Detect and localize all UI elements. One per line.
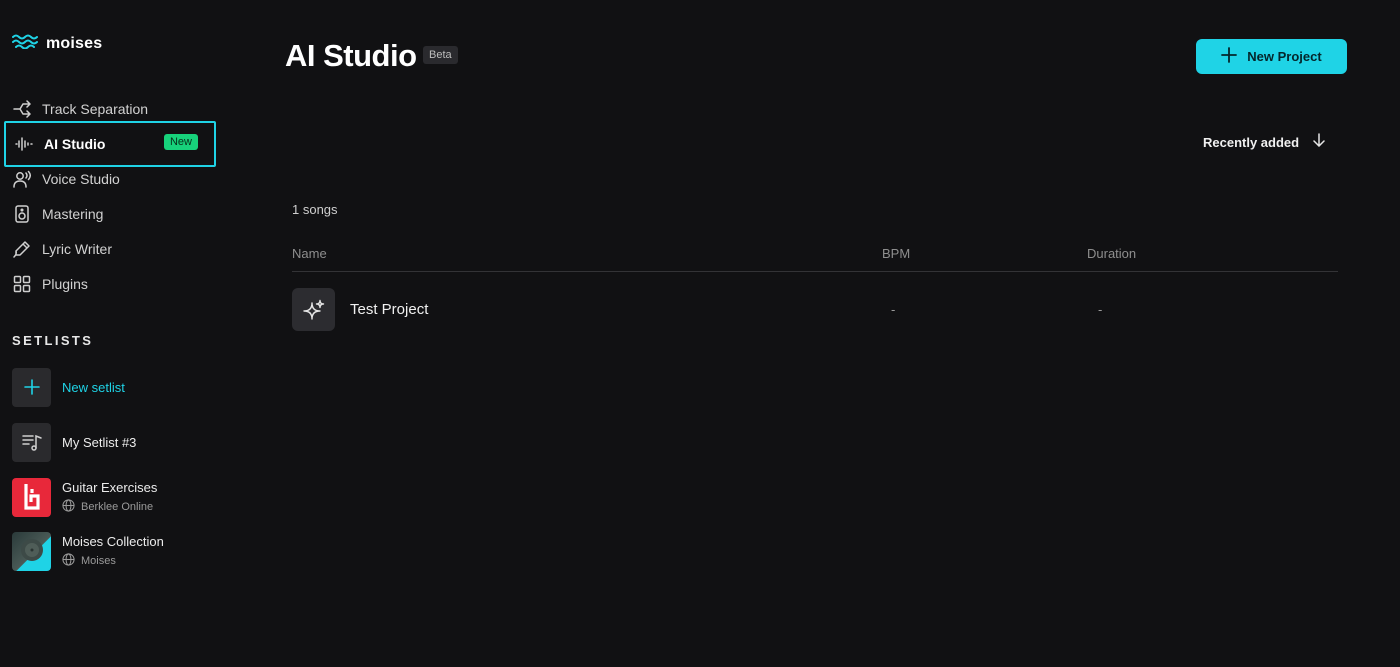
project-duration: - bbox=[1098, 302, 1103, 317]
page-title: AI Studio bbox=[285, 38, 417, 73]
new-project-button[interactable]: New Project bbox=[1196, 39, 1347, 74]
globe-icon bbox=[62, 552, 75, 569]
speaker-icon bbox=[12, 204, 32, 224]
sidebar: moises Track Separation AI Studio New Vo… bbox=[0, 0, 240, 667]
app-window: moises Track Separation AI Studio New Vo… bbox=[0, 0, 1400, 667]
arrow-down-icon bbox=[1313, 133, 1325, 152]
pen-icon bbox=[12, 239, 32, 259]
setlist-meta: New setlist bbox=[62, 380, 125, 395]
logo-text: moises bbox=[46, 34, 103, 52]
new-setlist-button[interactable]: New setlist bbox=[12, 367, 212, 407]
column-header-bpm[interactable]: BPM bbox=[882, 246, 910, 261]
song-count: 1 songs bbox=[292, 202, 338, 217]
new-project-label: New Project bbox=[1247, 49, 1322, 64]
setlist-title: New setlist bbox=[62, 379, 125, 395]
sidebar-item-label: Track Separation bbox=[42, 101, 149, 117]
playlist-icon bbox=[12, 422, 51, 462]
globe-icon bbox=[62, 498, 75, 515]
setlist-meta: Guitar Exercises Berklee Online bbox=[62, 480, 157, 515]
table-row[interactable]: Test Project - - bbox=[292, 288, 1338, 331]
sidebar-item-label: Plugins bbox=[42, 276, 88, 292]
plus-icon bbox=[12, 367, 51, 407]
column-header-name[interactable]: Name bbox=[292, 246, 327, 261]
project-name: Test Project bbox=[350, 301, 429, 318]
sidebar-item-plugins[interactable]: Plugins bbox=[4, 261, 216, 307]
setlist-owner: Moises bbox=[62, 552, 164, 569]
sidebar-item-label: Lyric Writer bbox=[42, 241, 112, 257]
waveform-icon bbox=[14, 134, 34, 154]
setlist-owner-label: Moises bbox=[81, 554, 116, 567]
setlist-meta: My Setlist #3 bbox=[62, 435, 136, 450]
sidebar-item-label: Mastering bbox=[42, 206, 104, 222]
beta-badge: Beta bbox=[423, 46, 458, 64]
setlists-heading: SETLISTS bbox=[12, 333, 94, 348]
column-header-duration[interactable]: Duration bbox=[1087, 246, 1136, 261]
setlist-item[interactable]: My Setlist #3 bbox=[12, 422, 212, 462]
setlist-title: Guitar Exercises bbox=[62, 479, 158, 495]
sort-dropdown[interactable]: Recently added bbox=[1203, 133, 1325, 152]
sparkle-icon bbox=[292, 288, 335, 331]
sort-label: Recently added bbox=[1203, 135, 1300, 150]
setlist-owner: Berklee Online bbox=[62, 498, 157, 515]
setlist-item[interactable]: Guitar Exercises Berklee Online bbox=[12, 477, 212, 517]
setlist-item[interactable]: Moises Collection Moises bbox=[12, 531, 212, 571]
table-divider bbox=[292, 271, 1338, 272]
track-separation-icon bbox=[12, 99, 32, 119]
logo[interactable]: moises bbox=[12, 33, 102, 54]
sidebar-item-label: Voice Studio bbox=[42, 171, 120, 187]
grid-icon bbox=[12, 274, 32, 294]
project-bpm: - bbox=[891, 302, 896, 317]
setlist-owner-label: Berklee Online bbox=[81, 500, 154, 513]
plus-icon bbox=[1221, 47, 1238, 66]
berklee-logo bbox=[12, 477, 51, 517]
sidebar-item-label: AI Studio bbox=[44, 136, 106, 152]
setlist-title: My Setlist #3 bbox=[62, 434, 137, 450]
new-badge: New bbox=[163, 134, 198, 150]
setlist-meta: Moises Collection Moises bbox=[62, 534, 164, 569]
voice-icon bbox=[12, 169, 32, 189]
vinyl-cover bbox=[12, 531, 51, 571]
moises-logo-icon bbox=[12, 33, 40, 54]
setlist-title: Moises Collection bbox=[62, 533, 164, 549]
